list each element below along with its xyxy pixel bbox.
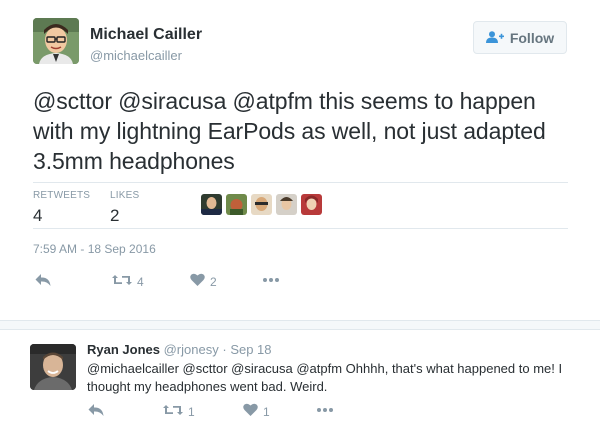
liker-avatar[interactable]	[276, 194, 297, 215]
like-button[interactable]: 2	[190, 273, 217, 290]
retweet-icon	[112, 273, 132, 290]
likes-count: 2	[110, 206, 120, 225]
more-icon	[262, 273, 280, 290]
likes-stat[interactable]: LIKES 2	[110, 190, 139, 226]
liker-avatar[interactable]	[201, 194, 222, 215]
main-tweet: Michael Cailler @michaelcailler Follow @…	[0, 0, 600, 320]
divider	[33, 182, 568, 183]
conversation-separator	[0, 320, 600, 330]
retweets-label: RETWEETS	[33, 190, 91, 201]
reply-header: Ryan Jones @rjonesy · Sep 18	[87, 342, 272, 357]
retweet-button[interactable]: 1	[163, 403, 195, 420]
avatar[interactable]	[30, 344, 76, 390]
separator-dot: ·	[222, 342, 227, 357]
like-button[interactable]: 1	[243, 403, 270, 420]
display-name[interactable]: Michael Cailler	[90, 26, 202, 44]
username-handle[interactable]: @michaelcailler	[90, 48, 182, 63]
reply-text: @michaelcailler @scttor @siracusa @atpfm…	[87, 361, 563, 394]
retweets-stat[interactable]: RETWEETS 4	[33, 190, 90, 226]
reply-tweet[interactable]: Ryan Jones @rjonesy · Sep 18 @michaelcai…	[0, 330, 600, 433]
follow-label: Follow	[509, 29, 555, 46]
liker-avatar[interactable]	[301, 194, 322, 215]
like-count: 1	[263, 404, 270, 419]
retweets-count: 4	[33, 206, 43, 225]
reply-date[interactable]: Sep 18	[230, 342, 271, 357]
retweet-button[interactable]: 4	[112, 273, 144, 290]
like-count: 2	[210, 274, 217, 289]
retweet-count: 1	[188, 404, 195, 419]
follow-button[interactable]: Follow	[473, 21, 567, 54]
reply-handle[interactable]: @rjonesy	[164, 342, 219, 357]
avatar[interactable]	[33, 18, 79, 64]
add-user-icon	[485, 30, 504, 46]
liker-avatars	[201, 194, 322, 215]
more-button[interactable]	[316, 403, 334, 420]
retweet-count: 4	[137, 274, 144, 289]
reply-button[interactable]	[88, 403, 104, 420]
retweet-icon	[163, 403, 183, 420]
reply-icon	[35, 273, 51, 290]
reply-button[interactable]	[35, 273, 51, 290]
liker-avatar[interactable]	[226, 194, 247, 215]
tweet-text: @scttor @siracusa @atpfm this seems to h…	[33, 88, 546, 174]
likes-label: LIKES	[110, 190, 140, 201]
more-button[interactable]	[262, 273, 280, 290]
liker-avatar[interactable]	[251, 194, 272, 215]
heart-icon	[190, 273, 205, 290]
more-icon	[316, 403, 334, 420]
tweet-timestamp[interactable]: 7:59 AM - 18 Sep 2016	[33, 242, 156, 256]
reply-icon	[88, 403, 104, 420]
heart-icon	[243, 403, 258, 420]
reply-display-name[interactable]: Ryan Jones	[87, 342, 160, 357]
divider	[33, 228, 568, 229]
